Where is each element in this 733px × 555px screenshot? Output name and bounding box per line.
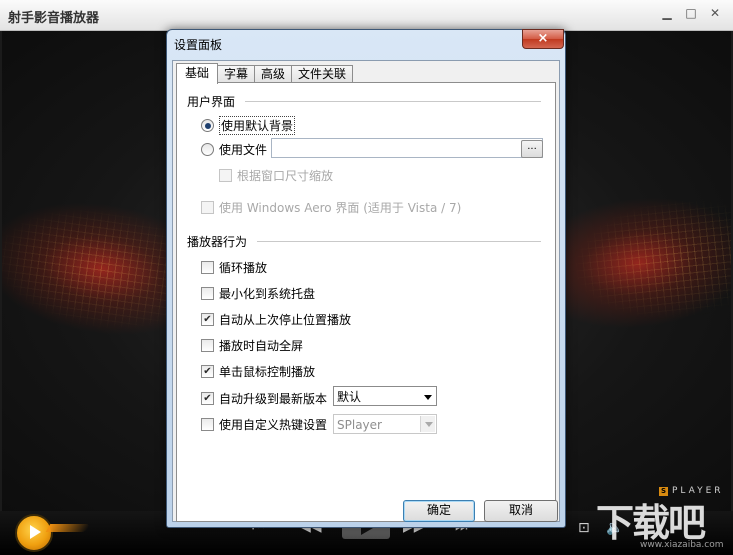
option-custom-hotkey[interactable]: 使用自定义热键设置 xyxy=(201,416,327,433)
option-click-play[interactable]: ✔ 单击鼠标控制播放 xyxy=(201,363,315,380)
behavior-group-title: 播放器行为 xyxy=(187,233,254,250)
custom-hotkey-checkbox[interactable] xyxy=(201,418,214,431)
tab-basic[interactable]: 基础 xyxy=(176,63,219,84)
loop-checkbox[interactable] xyxy=(201,261,214,274)
use-file-radio[interactable] xyxy=(201,143,214,156)
scale-label: 根据窗口尺寸缩放 xyxy=(237,169,334,183)
browse-button[interactable]: ... xyxy=(521,140,543,158)
close-icon[interactable]: ✕ xyxy=(707,5,723,21)
minimize-tray-label: 最小化到系统托盘 xyxy=(219,287,316,301)
background-glow-left xyxy=(2,187,191,345)
tab-file-association[interactable]: 文件关联 xyxy=(291,65,354,83)
aero-label: 使用 Windows Aero 界面 (适用于 Vista / 7) xyxy=(219,201,462,215)
watermark-url: www.xiazaiba.com xyxy=(640,540,724,550)
upgrade-channel-value: 默认 xyxy=(337,390,362,404)
hotkey-scheme-value: SPlayer xyxy=(337,418,382,432)
option-minimize-tray[interactable]: 最小化到系统托盘 xyxy=(201,285,315,302)
chevron-down-icon xyxy=(424,395,432,400)
maximize-icon[interactable]: □ xyxy=(683,5,699,21)
auto-upgrade-checkbox[interactable]: ✔ xyxy=(201,392,214,405)
dialog-title: 设置面板 xyxy=(174,38,223,52)
option-auto-upgrade[interactable]: ✔ 自动升级到最新版本 xyxy=(201,390,327,407)
player-titlebar[interactable]: 射手影音播放器 ▁ □ ✕ xyxy=(0,0,733,31)
hotkey-scheme-select[interactable]: SPlayer xyxy=(333,414,437,434)
loop-label: 循环播放 xyxy=(219,261,268,275)
upgrade-channel-select[interactable]: 默认 xyxy=(333,386,437,406)
background-file-input[interactable] xyxy=(271,138,543,158)
scale-checkbox[interactable] xyxy=(219,169,232,182)
auto-fullscreen-checkbox[interactable] xyxy=(201,339,214,352)
tab-panel-basic: 用户界面 使用默认背景 使用文件 ... 根据窗口尺寸缩放 使用 Windows… xyxy=(176,82,556,522)
click-play-label: 单击鼠标控制播放 xyxy=(219,365,316,379)
cancel-button[interactable]: 取消 xyxy=(484,500,558,522)
logo-swoosh xyxy=(45,524,91,532)
behavior-group-divider xyxy=(257,241,541,242)
ui-group-title: 用户界面 xyxy=(187,93,242,110)
window-buttons: ▁ □ ✕ xyxy=(659,5,723,21)
use-file-label: 使用文件 xyxy=(219,143,268,157)
fullscreen-icon[interactable]: ⊡ xyxy=(578,520,590,536)
tab-strip: 基础 字幕 高级 文件关联 xyxy=(176,63,354,84)
auto-fullscreen-label: 播放时自动全屏 xyxy=(219,339,304,353)
ok-button[interactable]: 确定 xyxy=(403,500,475,522)
dialog-close-button[interactable]: × xyxy=(522,29,564,49)
background-glow-right xyxy=(555,186,731,336)
dialog-body: 基础 字幕 高级 文件关联 用户界面 使用默认背景 使用文件 ... 根据窗口尺… xyxy=(172,60,560,522)
aero-option[interactable]: 使用 Windows Aero 界面 (适用于 Vista / 7) xyxy=(201,199,461,216)
aero-checkbox[interactable] xyxy=(201,201,214,214)
option-auto-fullscreen[interactable]: 播放时自动全屏 xyxy=(201,337,303,354)
use-file-option[interactable]: 使用文件 xyxy=(201,141,267,158)
resume-checkbox[interactable]: ✔ xyxy=(201,313,214,326)
default-bg-label: 使用默认背景 xyxy=(219,116,296,135)
ui-group-divider xyxy=(245,101,541,102)
settings-dialog: 设置面板 × 基础 字幕 高级 文件关联 用户界面 使用默认背景 使用文件 ..… xyxy=(166,29,566,528)
tab-subtitles[interactable]: 字幕 xyxy=(217,65,256,83)
auto-upgrade-label: 自动升级到最新版本 xyxy=(219,392,328,406)
minimize-icon[interactable]: ▁ xyxy=(659,5,675,21)
click-play-checkbox[interactable]: ✔ xyxy=(201,365,214,378)
default-bg-radio[interactable] xyxy=(201,119,214,132)
option-resume[interactable]: ✔ 自动从上次停止位置播放 xyxy=(201,311,351,328)
player-logo-icon[interactable] xyxy=(15,514,53,552)
default-bg-option[interactable]: 使用默认背景 xyxy=(201,116,296,135)
player-title: 射手影音播放器 xyxy=(8,11,100,26)
resume-label: 自动从上次停止位置播放 xyxy=(219,313,352,327)
chevron-down-icon xyxy=(425,422,433,427)
option-loop[interactable]: 循环播放 xyxy=(201,259,267,276)
minimize-tray-checkbox[interactable] xyxy=(201,287,214,300)
watermark-text: 下载吧 xyxy=(596,501,706,545)
custom-hotkey-label: 使用自定义热键设置 xyxy=(219,418,328,432)
tab-advanced[interactable]: 高级 xyxy=(254,65,293,83)
scale-option[interactable]: 根据窗口尺寸缩放 xyxy=(219,167,333,184)
